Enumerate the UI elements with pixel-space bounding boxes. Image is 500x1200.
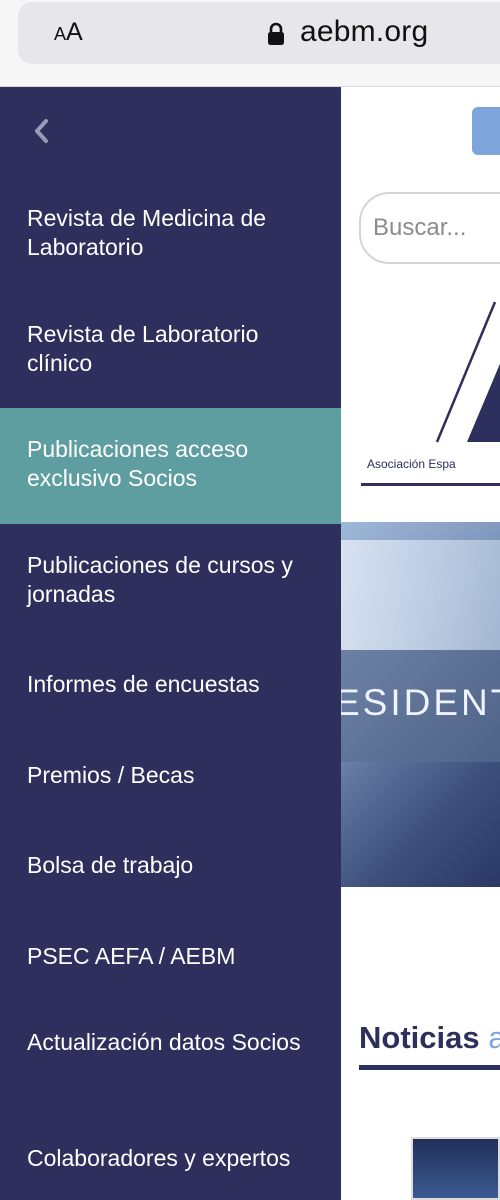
menu-item-revista-laboratorio-clinico[interactable]: Revista de Laboratorio clínico: [0, 320, 341, 378]
logo-underline: [361, 483, 500, 486]
menu-item-informes-encuestas[interactable]: Informes de encuestas: [0, 670, 341, 699]
menu-item-publicaciones-cursos[interactable]: Publicaciones de cursos y jornadas: [0, 551, 341, 609]
menu-item-colaboradores[interactable]: Colaboradores y expertos: [0, 1144, 341, 1173]
text-size-button[interactable]: AA: [54, 18, 83, 47]
news-heading-underline: [359, 1065, 500, 1070]
logo-subtitle: Asociación Espa: [367, 457, 456, 471]
menu-item-premios-becas[interactable]: Premios / Becas: [0, 761, 341, 790]
news-heading-accent: a: [488, 1020, 500, 1055]
news-thumbnail[interactable]: [411, 1137, 500, 1200]
menu-item-actualizacion-datos[interactable]: Actualización datos Socios: [0, 1028, 341, 1057]
site-logo[interactable]: [367, 292, 500, 522]
menu-item-bolsa-trabajo[interactable]: Bolsa de trabajo: [0, 851, 341, 880]
address-bar[interactable]: AA aebm.org: [18, 2, 500, 64]
side-menu: Revista de Medicina de Laboratorio Revis…: [0, 87, 341, 1200]
text-size-small-label: A: [54, 24, 67, 44]
search-placeholder: Buscar...: [373, 214, 467, 241]
text-size-big-label: A: [66, 18, 83, 46]
hero-banner[interactable]: ESIDENT: [341, 522, 500, 887]
news-heading-main: Noticias: [359, 1020, 480, 1055]
banner-highlight: [341, 540, 500, 650]
news-heading: Noticias a: [359, 1020, 500, 1056]
menu-item-revista-medicina-laboratorio[interactable]: Revista de Medicina de Laboratorio: [0, 204, 341, 262]
lock-icon: [268, 22, 284, 45]
chevron-left-icon[interactable]: [26, 113, 56, 149]
menu-item-publicaciones-socios[interactable]: Publicaciones acceso exclusivo Socios: [0, 408, 341, 524]
url-text: aebm.org: [300, 15, 429, 48]
logo-mark-icon: [435, 301, 500, 443]
search-input[interactable]: Buscar...: [359, 192, 500, 264]
browser-toolbar: AA aebm.org: [0, 0, 500, 87]
menu-item-psec[interactable]: PSEC AEFA / AEBM: [0, 942, 341, 971]
banner-text: ESIDENT: [341, 682, 500, 723]
header-button[interactable]: [472, 107, 500, 155]
page-content: Buscar... Asociación Espa ESIDENT Notici…: [341, 87, 500, 1200]
